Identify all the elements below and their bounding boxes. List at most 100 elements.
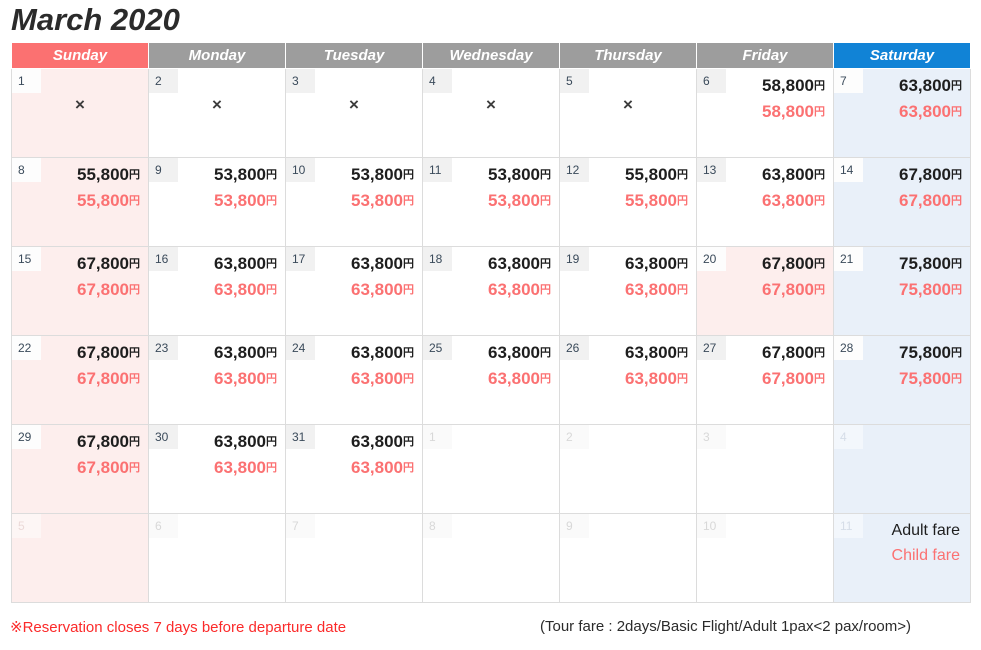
calendar-day-cell[interactable]: 26 63,800円 63,800円: [559, 335, 697, 425]
calendar-week-row: 5 6 7 8 9 10 11 Adult fare Child fare: [11, 513, 971, 603]
child-fare-amount-value: 67,800: [762, 369, 814, 388]
child-fare-amount: 63,800円: [351, 455, 414, 481]
calendar-day-cell[interactable]: 27 67,800円 67,800円: [696, 335, 834, 425]
calendar-day-cell[interactable]: 25 63,800円 63,800円: [422, 335, 560, 425]
calendar-day-cell[interactable]: 8 55,800円 55,800円: [11, 157, 149, 247]
adult-fare-amount: 75,800円: [899, 340, 962, 366]
child-fare-amount: 63,800円: [488, 277, 551, 303]
day-number: 10: [286, 158, 315, 182]
unavailable-cross-icon: ×: [349, 95, 359, 114]
child-fare-amount-value: 63,800: [625, 280, 677, 299]
yen-symbol: 円: [266, 436, 277, 448]
yen-symbol: 円: [677, 347, 688, 359]
yen-symbol: 円: [403, 436, 414, 448]
adult-fare-amount-value: 75,800: [899, 254, 951, 273]
yen-symbol: 円: [677, 284, 688, 296]
child-fare-amount-value: 63,800: [214, 369, 266, 388]
calendar-day-cell[interactable]: 21 75,800円 75,800円: [833, 246, 971, 336]
calendar-day-cell[interactable]: 22 67,800円 67,800円: [11, 335, 149, 425]
yen-symbol: 円: [540, 195, 551, 207]
calendar-day-cell[interactable]: 12 55,800円 55,800円: [559, 157, 697, 247]
calendar-day-cell[interactable]: 20 67,800円 67,800円: [696, 246, 834, 336]
yen-symbol: 円: [951, 347, 962, 359]
yen-symbol: 円: [951, 373, 962, 385]
calendar-day-cell[interactable]: 23 63,800円 63,800円: [148, 335, 286, 425]
fare-prices: 63,800円 63,800円: [762, 162, 825, 214]
calendar-day-cell[interactable]: 16 63,800円 63,800円: [148, 246, 286, 336]
yen-symbol: 円: [129, 169, 140, 181]
adult-fare-amount-value: 53,800: [488, 165, 540, 184]
calendar-day-cell[interactable]: 13 63,800円 63,800円: [696, 157, 834, 247]
child-fare-amount-value: 75,800: [899, 369, 951, 388]
yen-symbol: 円: [951, 106, 962, 118]
adult-fare-amount: 55,800円: [625, 162, 688, 188]
adult-fare-amount: 63,800円: [488, 251, 551, 277]
yen-symbol: 円: [129, 462, 140, 474]
adult-fare-amount-value: 63,800: [351, 432, 403, 451]
calendar-day-cell[interactable]: 18 63,800円 63,800円: [422, 246, 560, 336]
calendar-day-cell: 9: [559, 513, 697, 603]
tour-fare-note: (Tour fare : 2days/Basic Flight/Adult 1p…: [540, 618, 912, 635]
adult-fare-amount: 63,800円: [625, 251, 688, 277]
day-number: 27: [697, 336, 726, 360]
calendar-day-cell[interactable]: 7 63,800円 63,800円: [833, 68, 971, 158]
day-number: 10: [697, 514, 726, 538]
child-fare-amount-value: 67,800: [899, 191, 951, 210]
calendar-day-cell[interactable]: 10 53,800円 53,800円: [285, 157, 423, 247]
child-fare-amount: 63,800円: [625, 277, 688, 303]
adult-fare-amount: 53,800円: [351, 162, 414, 188]
yen-symbol: 円: [677, 169, 688, 181]
fare-prices: 63,800円 63,800円: [351, 340, 414, 392]
day-number: 25: [423, 336, 452, 360]
adult-fare-amount-value: 63,800: [351, 343, 403, 362]
day-number: 30: [149, 425, 178, 449]
calendar-day-cell: 6: [148, 513, 286, 603]
calendar-day-cell[interactable]: 17 63,800円 63,800円: [285, 246, 423, 336]
child-fare-amount: 67,800円: [899, 188, 962, 214]
day-number: 26: [560, 336, 589, 360]
day-number: 13: [697, 158, 726, 182]
calendar-day-cell[interactable]: 6 58,800円 58,800円: [696, 68, 834, 158]
day-number: 29: [12, 425, 41, 449]
calendar-day-cell[interactable]: 11 53,800円 53,800円: [422, 157, 560, 247]
adult-fare-amount-value: 63,800: [625, 254, 677, 273]
calendar-day-cell[interactable]: 19 63,800円 63,800円: [559, 246, 697, 336]
adult-fare-amount-value: 58,800: [762, 76, 814, 95]
day-number: 4: [423, 69, 452, 93]
calendar-day-cell[interactable]: 24 63,800円 63,800円: [285, 335, 423, 425]
adult-fare-amount: 63,800円: [351, 429, 414, 455]
calendar-day-cell[interactable]: 30 63,800円 63,800円: [148, 424, 286, 514]
calendar-day-cell: 8: [422, 513, 560, 603]
fare-calendar-table: Sunday Monday Tuesday Wednesday Thursday Frid…: [11, 42, 971, 603]
adult-fare-amount: 63,800円: [214, 340, 277, 366]
adult-fare-amount: 67,800円: [77, 251, 140, 277]
calendar-day-cell[interactable]: 14 67,800円 67,800円: [833, 157, 971, 247]
child-fare-amount-value: 67,800: [77, 369, 129, 388]
day-number: 21: [834, 247, 863, 271]
calendar-day-cell[interactable]: 15 67,800円 67,800円: [11, 246, 149, 336]
child-fare-amount: 63,800円: [351, 366, 414, 392]
day-number: 7: [834, 69, 863, 93]
yen-symbol: 円: [266, 462, 277, 474]
day-number: 8: [12, 158, 41, 182]
weekday-header-sunday: Sunday: [11, 42, 149, 69]
calendar-day-cell[interactable]: 31 63,800円 63,800円: [285, 424, 423, 514]
child-fare-amount: 63,800円: [214, 455, 277, 481]
adult-fare-amount: 67,800円: [899, 162, 962, 188]
adult-fare-amount: 63,800円: [899, 73, 962, 99]
yen-symbol: 円: [814, 80, 825, 92]
calendar-day-cell[interactable]: 29 67,800円 67,800円: [11, 424, 149, 514]
day-number: 5: [560, 69, 589, 93]
adult-fare-amount: 67,800円: [77, 340, 140, 366]
day-number: 11: [423, 158, 452, 182]
yen-symbol: 円: [540, 169, 551, 181]
day-number: 12: [560, 158, 589, 182]
adult-fare-amount: 75,800円: [899, 251, 962, 277]
calendar-day-cell: 5 ×: [559, 68, 697, 158]
adult-fare-amount-value: 63,800: [488, 343, 540, 362]
calendar-day-cell[interactable]: 9 53,800円 53,800円: [148, 157, 286, 247]
adult-fare-amount-value: 63,800: [351, 254, 403, 273]
yen-symbol: 円: [129, 373, 140, 385]
yen-symbol: 円: [951, 258, 962, 270]
calendar-day-cell[interactable]: 28 75,800円 75,800円: [833, 335, 971, 425]
